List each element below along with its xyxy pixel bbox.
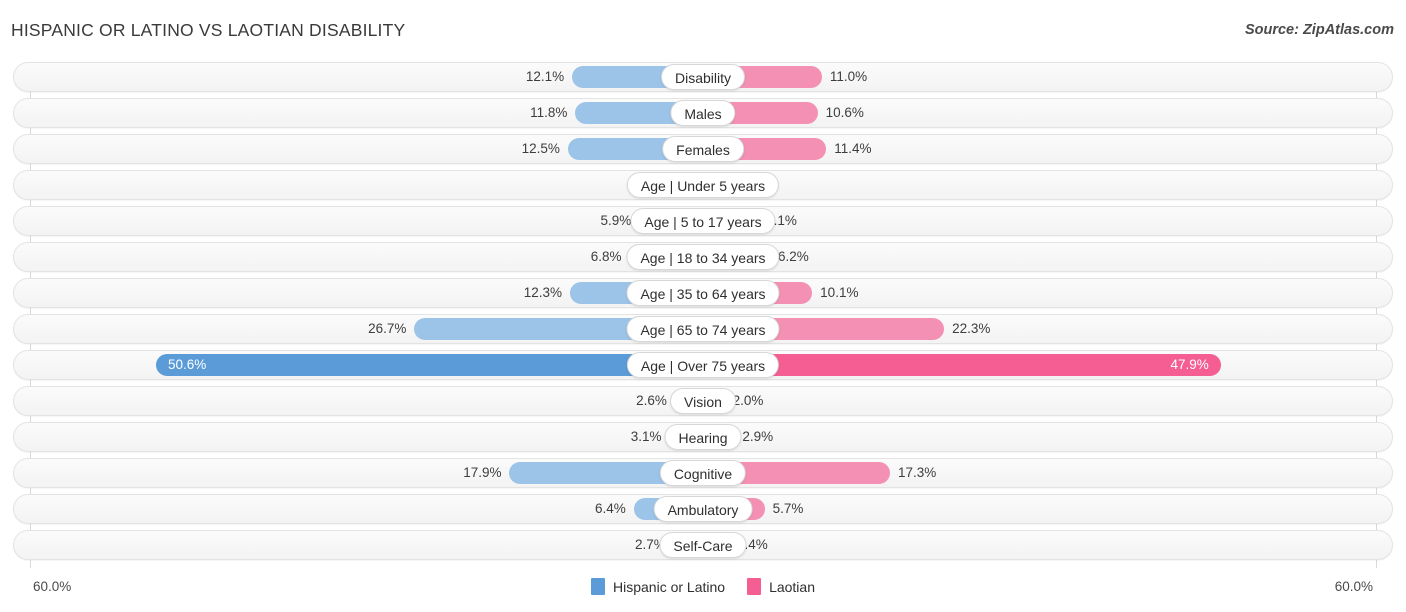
bar-row[interactable]: 12.1% 11.0% Disability — [0, 62, 1406, 92]
value-label-laotian: 2.0% — [732, 393, 764, 408]
row-label-pill: Age | 35 to 64 years — [626, 280, 780, 306]
page-title: HISPANIC OR LATINO VS LAOTIAN DISABILITY — [11, 20, 406, 40]
bar-row[interactable]: 3.1% 2.9% Hearing — [0, 422, 1406, 452]
legend-swatch-icon — [591, 578, 605, 595]
row-label-pill: Hearing — [664, 424, 742, 450]
value-label-laotian: 17.3% — [898, 465, 937, 480]
bar-row[interactable]: 6.4% 5.7% Ambulatory — [0, 494, 1406, 524]
bar-row[interactable]: 2.6% 2.0% Vision — [0, 386, 1406, 416]
value-label-laotian: 11.0% — [829, 69, 868, 84]
value-label-hispanic-or-latino: 2.7% — [635, 537, 666, 552]
value-label-laotian: 2.9% — [742, 429, 774, 444]
bar-row[interactable]: 1.3%1.2%Age | Under 5 years — [0, 170, 1406, 200]
row-label-pill: Age | Over 75 years — [626, 352, 780, 378]
row-label-pill: Age | 65 to 74 years — [626, 316, 780, 342]
bar-row[interactable]: 12.5% 11.4% Females — [0, 134, 1406, 164]
bar-row[interactable]: 5.9% 5.1% Age | 5 to 17 years — [0, 206, 1406, 236]
chart-header: HISPANIC OR LATINO VS LAOTIAN DISABILITY… — [0, 0, 1406, 62]
row-label-pill: Ambulatory — [653, 496, 753, 522]
value-label-laotian: 10.1% — [820, 285, 859, 300]
value-label-hispanic-or-latino: 3.1% — [630, 429, 662, 444]
value-label-laotian: 47.9% — [1170, 357, 1209, 372]
legend-swatch-icon — [747, 578, 762, 595]
bar-row[interactable]: 17.9% 17.3% Cognitive — [0, 458, 1406, 488]
row-label-pill: Disability — [660, 64, 746, 90]
value-label-laotian: 10.6% — [825, 105, 864, 120]
value-label-laotian: 22.3% — [952, 321, 991, 336]
value-label-hispanic-or-latino: 12.5% — [521, 141, 560, 156]
row-label-pill: Self-Care — [659, 532, 747, 558]
value-label-hispanic-or-latino: 2.6% — [636, 393, 667, 408]
row-label-pill: Age | 18 to 34 years — [626, 244, 780, 270]
value-label-hispanic-or-latino: 17.9% — [463, 465, 502, 480]
value-label-hispanic-or-latino: 11.8% — [530, 105, 568, 120]
source-attribution: Source: ZipAtlas.com — [1244, 22, 1394, 38]
legend-item[interactable]: Hispanic or Latino — [591, 578, 725, 595]
value-label-laotian: 5.7% — [772, 501, 804, 516]
chart-plot-area: 12.1% 11.0% Disability 11.8% 10.6% Males 12.5%… — [0, 62, 1406, 572]
chart-footer: 60.0% 60.0% Hispanic or Latino Laotian — [0, 572, 1406, 612]
row-label-pill: Age | Under 5 years — [626, 172, 780, 198]
bar-row-list: 12.1% 11.0% Disability 11.8% 10.6% Males 12.5%… — [0, 62, 1406, 566]
legend-label: Laotian — [769, 578, 815, 595]
row-label-pill: Age | 5 to 17 years — [630, 208, 776, 234]
row-label-pill: Males — [670, 100, 736, 126]
value-label-hispanic-or-latino: 6.4% — [595, 501, 626, 516]
bar-row[interactable]: 2.7% 2.4% Self-Care — [0, 530, 1406, 560]
value-label-laotian: 2.4% — [736, 537, 768, 552]
value-label-hispanic-or-latino: 5.9% — [600, 213, 632, 228]
bar-row[interactable]: 12.3% 10.1% Age | 35 to 64 years — [0, 278, 1406, 308]
bar-row[interactable]: 26.7% 22.3% Age | 65 to 74 years — [0, 314, 1406, 344]
value-label-hispanic-or-latino: 50.6% — [168, 357, 207, 372]
legend-label: Hispanic or Latino — [613, 578, 726, 595]
row-label-pill: Females — [662, 136, 744, 162]
value-label-laotian: 11.4% — [834, 141, 872, 156]
value-label-hispanic-or-latino: 12.1% — [525, 69, 565, 84]
bar-row[interactable]: 50.6% 47.9% Age | Over 75 years — [0, 350, 1406, 380]
value-label-hispanic-or-latino: 6.8% — [590, 249, 622, 264]
row-label-pill: Vision — [670, 388, 736, 414]
bar-row[interactable]: 6.8% 6.2% Age | 18 to 34 years — [0, 242, 1406, 272]
bar-row[interactable]: 11.8% 10.6% Males — [0, 98, 1406, 128]
legend-item[interactable]: Laotian — [747, 578, 815, 595]
row-label-pill: Cognitive — [659, 460, 747, 486]
value-label-laotian: 5.1% — [766, 213, 797, 228]
chart-legend: Hispanic or Latino Laotian — [0, 578, 1406, 595]
value-label-hispanic-or-latino: 12.3% — [523, 285, 563, 300]
value-label-hispanic-or-latino: 26.7% — [368, 321, 407, 336]
value-label-laotian: 6.2% — [778, 249, 809, 264]
